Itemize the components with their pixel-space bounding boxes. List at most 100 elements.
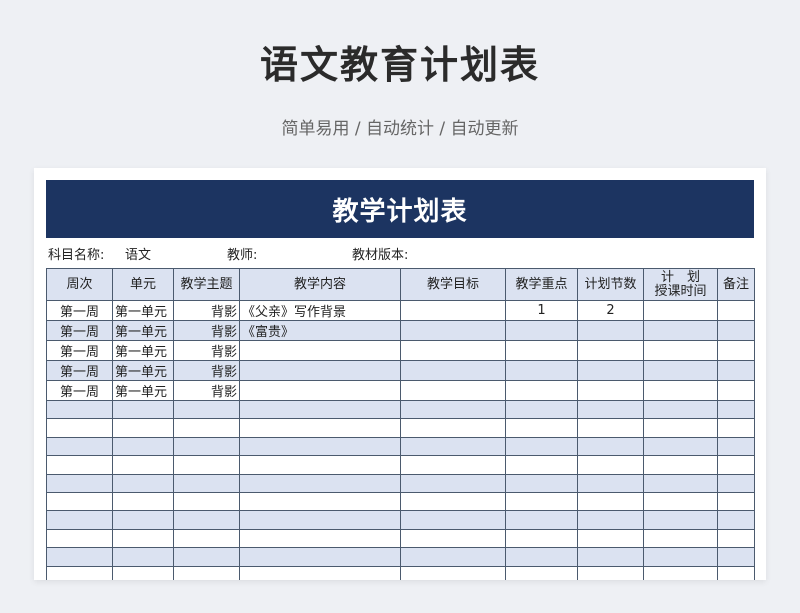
- table-cell[interactable]: 第一单元: [112, 340, 174, 361]
- table-cell[interactable]: [173, 418, 240, 438]
- table-cell[interactable]: [46, 455, 113, 475]
- table-cell[interactable]: [239, 528, 401, 549]
- table-cell[interactable]: [46, 436, 113, 457]
- table-cell[interactable]: 1: [505, 300, 578, 321]
- table-cell[interactable]: 第一单元: [112, 380, 174, 401]
- table-cell[interactable]: [239, 473, 401, 493]
- table-cell[interactable]: [112, 565, 174, 580]
- table-cell[interactable]: [577, 510, 644, 530]
- table-cell[interactable]: [505, 380, 578, 401]
- table-cell[interactable]: [46, 491, 113, 512]
- table-cell[interactable]: [643, 473, 718, 493]
- table-cell[interactable]: [505, 360, 578, 381]
- table-cell[interactable]: [717, 455, 755, 475]
- table-cell[interactable]: [643, 547, 718, 567]
- table-cell[interactable]: [717, 360, 755, 381]
- table-cell[interactable]: [577, 491, 644, 512]
- table-cell[interactable]: [173, 510, 240, 530]
- table-cell[interactable]: [239, 436, 401, 457]
- table-cell[interactable]: [577, 473, 644, 493]
- table-cell[interactable]: [173, 528, 240, 549]
- table-cell[interactable]: [505, 491, 578, 512]
- table-cell[interactable]: [505, 565, 578, 580]
- table-cell[interactable]: [717, 510, 755, 530]
- table-cell[interactable]: [643, 399, 718, 420]
- table-cell[interactable]: 第一单元: [112, 300, 174, 321]
- table-cell[interactable]: [239, 360, 401, 381]
- table-cell[interactable]: [239, 455, 401, 475]
- table-cell[interactable]: [577, 436, 644, 457]
- table-cell[interactable]: [400, 340, 506, 361]
- table-cell[interactable]: [643, 491, 718, 512]
- table-cell[interactable]: [400, 565, 506, 580]
- table-cell[interactable]: [239, 491, 401, 512]
- table-cell[interactable]: 第一单元: [112, 320, 174, 341]
- table-cell[interactable]: [577, 455, 644, 475]
- table-cell[interactable]: [717, 436, 755, 457]
- table-cell[interactable]: [577, 360, 644, 381]
- table-cell[interactable]: [112, 491, 174, 512]
- table-cell[interactable]: [173, 455, 240, 475]
- table-cell[interactable]: [173, 436, 240, 457]
- table-cell[interactable]: [643, 340, 718, 361]
- table-cell[interactable]: [239, 340, 401, 361]
- table-cell[interactable]: [46, 565, 113, 580]
- table-cell[interactable]: [717, 340, 755, 361]
- table-cell[interactable]: [505, 528, 578, 549]
- table-cell[interactable]: [717, 491, 755, 512]
- table-cell[interactable]: [717, 473, 755, 493]
- table-cell[interactable]: [112, 547, 174, 567]
- table-cell[interactable]: [173, 473, 240, 493]
- table-cell[interactable]: [643, 380, 718, 401]
- table-cell[interactable]: [239, 380, 401, 401]
- table-cell[interactable]: [577, 399, 644, 420]
- table-cell[interactable]: [505, 547, 578, 567]
- table-cell[interactable]: [112, 510, 174, 530]
- table-cell[interactable]: [505, 510, 578, 530]
- table-cell[interactable]: [643, 455, 718, 475]
- table-cell[interactable]: [46, 473, 113, 493]
- table-cell[interactable]: [400, 510, 506, 530]
- table-cell[interactable]: [643, 320, 718, 341]
- table-cell[interactable]: [400, 547, 506, 567]
- table-cell[interactable]: 背影: [173, 340, 240, 361]
- table-cell[interactable]: [717, 300, 755, 321]
- table-cell[interactable]: [505, 473, 578, 493]
- table-cell[interactable]: [643, 300, 718, 321]
- table-cell[interactable]: [577, 565, 644, 580]
- table-cell[interactable]: 2: [577, 300, 644, 321]
- table-cell[interactable]: [577, 320, 644, 341]
- table-cell[interactable]: [46, 547, 113, 567]
- table-cell[interactable]: 第一周: [46, 300, 113, 321]
- table-cell[interactable]: [400, 380, 506, 401]
- table-cell[interactable]: [112, 473, 174, 493]
- table-cell[interactable]: [643, 528, 718, 549]
- table-cell[interactable]: 背影: [173, 300, 240, 321]
- table-cell[interactable]: [717, 380, 755, 401]
- table-cell[interactable]: [577, 340, 644, 361]
- table-cell[interactable]: [717, 528, 755, 549]
- table-cell[interactable]: [173, 399, 240, 420]
- subject-value[interactable]: 语文: [125, 244, 151, 263]
- table-cell[interactable]: [717, 320, 755, 341]
- table-cell[interactable]: [112, 399, 174, 420]
- table-cell[interactable]: [717, 418, 755, 438]
- table-cell[interactable]: 第一周: [46, 340, 113, 361]
- table-cell[interactable]: [239, 418, 401, 438]
- table-cell[interactable]: 《父亲》写作背景: [239, 300, 401, 321]
- table-cell[interactable]: 第一周: [46, 380, 113, 401]
- table-cell[interactable]: [505, 418, 578, 438]
- table-cell[interactable]: [577, 547, 644, 567]
- table-cell[interactable]: [112, 455, 174, 475]
- table-cell[interactable]: [400, 473, 506, 493]
- table-cell[interactable]: [505, 399, 578, 420]
- table-cell[interactable]: [400, 455, 506, 475]
- table-cell[interactable]: [577, 380, 644, 401]
- table-cell[interactable]: [505, 436, 578, 457]
- table-cell[interactable]: [400, 436, 506, 457]
- table-cell[interactable]: [717, 547, 755, 567]
- table-cell[interactable]: [239, 547, 401, 567]
- table-cell[interactable]: [505, 320, 578, 341]
- table-cell[interactable]: 第一周: [46, 320, 113, 341]
- table-cell[interactable]: [46, 528, 113, 549]
